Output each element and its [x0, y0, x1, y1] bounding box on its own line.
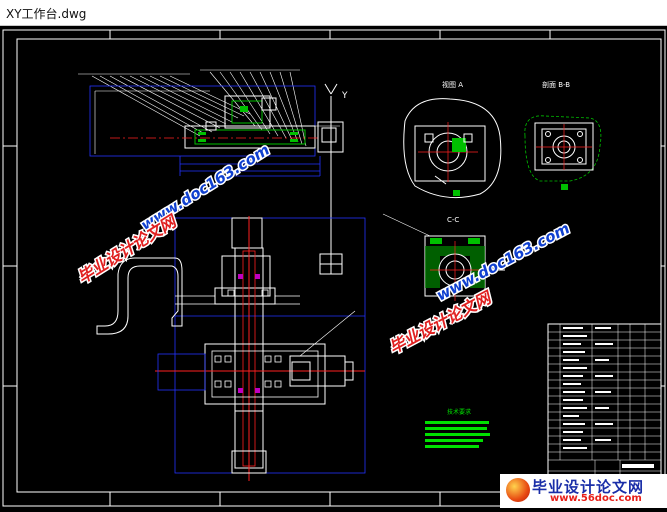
axis-label: Y: [341, 91, 348, 101]
title-bar: XY工作台.dwg: [0, 0, 667, 26]
title-block: [547, 323, 662, 493]
view-a: [403, 98, 502, 199]
view-bb: [524, 115, 602, 190]
cad-drawing-canvas[interactable]: Y 视图 A 剖面 B-B C-C 技术要求 www.doc163.com ww…: [0, 26, 667, 508]
logo-url: www.56doc.com: [550, 493, 642, 504]
tech-requirements-label: 技术要求: [447, 408, 471, 416]
tech-requirements-lines: [425, 421, 490, 448]
top-section-view: [78, 69, 344, 177]
site-logo: 毕业设计论文网 www.56doc.com: [500, 474, 667, 508]
globe-icon: [506, 478, 530, 502]
y-axis-marker: [319, 83, 343, 275]
view-bb-label: 剖面 B-B: [542, 80, 570, 89]
main-plan-view: [155, 216, 366, 481]
window-title: XY工作台.dwg: [6, 7, 87, 21]
cad-drawing: Y 视图 A 剖面 B-B C-C 技术要求 www.doc163.com ww…: [2, 29, 666, 507]
view-cc-label: C-C: [447, 216, 459, 224]
view-a-label: 视图 A: [442, 80, 463, 89]
